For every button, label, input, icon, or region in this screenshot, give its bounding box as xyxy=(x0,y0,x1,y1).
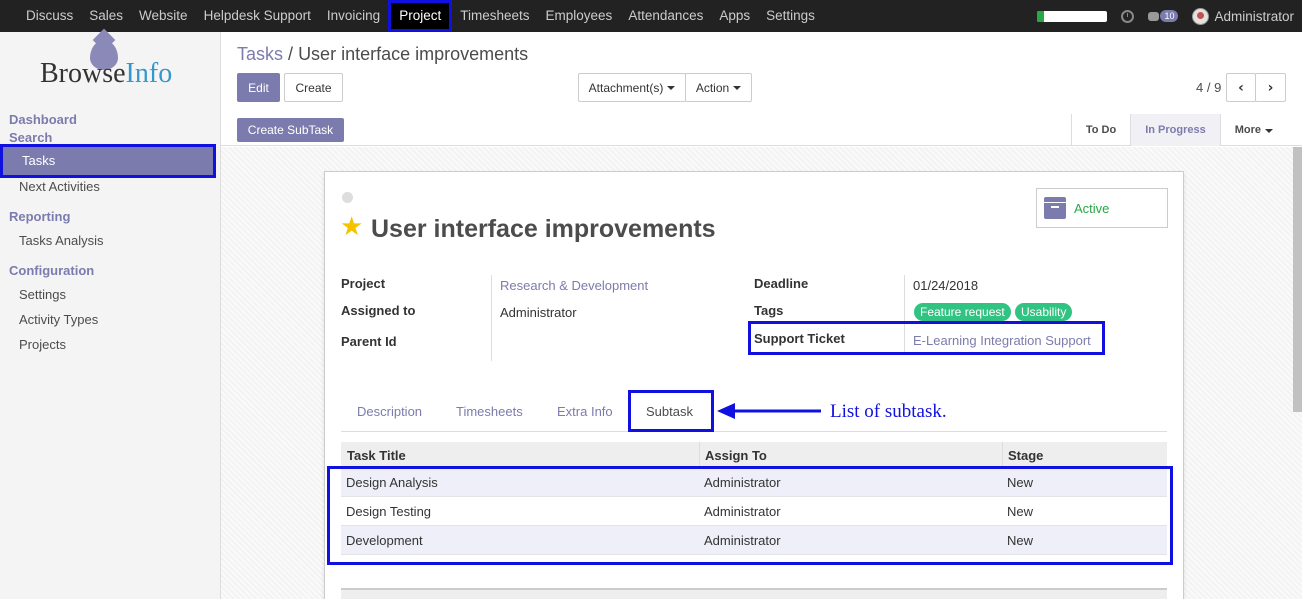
stage-selector: To Do In Progress More xyxy=(1070,114,1287,146)
caret-down-icon xyxy=(667,85,676,90)
action-label: Action xyxy=(695,80,730,95)
user-menu[interactable]: Administrator xyxy=(1192,7,1294,25)
menu-timesheets[interactable]: Timesheets xyxy=(452,0,537,32)
messaging-menu[interactable]: 10 xyxy=(1148,10,1179,22)
pager-previous-button[interactable]: ‹ xyxy=(1226,73,1256,102)
sidebar-reporting: Reporting xyxy=(9,209,71,224)
column-header-task-title[interactable]: Task Title xyxy=(347,448,406,463)
field-label-tags: Tags xyxy=(754,303,784,318)
archive-icon xyxy=(1044,197,1066,219)
status-bar: Create SubTask To Do In Progress More xyxy=(221,114,1302,146)
field-label-project: Project xyxy=(341,276,386,291)
breadcrumb-separator: / xyxy=(288,44,294,64)
progress-fill xyxy=(1037,10,1045,22)
tab-description[interactable]: Description xyxy=(357,404,422,419)
active-label: Active xyxy=(1074,200,1110,216)
annotation-text: List of subtask. xyxy=(830,401,947,422)
menu-invoicing[interactable]: Invoicing xyxy=(319,0,388,32)
action-dropdown[interactable]: Action xyxy=(685,73,752,102)
caret-down-icon xyxy=(1265,129,1273,133)
field-separator xyxy=(491,275,492,361)
column-separator xyxy=(1002,442,1003,468)
sidebar-item-settings[interactable]: Settings xyxy=(19,287,66,302)
edit-button[interactable]: Edit xyxy=(237,73,280,102)
field-value-deadline[interactable]: 01/24/2018 xyxy=(913,278,978,293)
sidebar-item-tasks-analysis[interactable]: Tasks Analysis xyxy=(19,233,104,248)
stage-more-label: More xyxy=(1234,124,1261,136)
sidebar-configuration: Configuration xyxy=(9,263,95,278)
logo-text-info: Info xyxy=(125,58,173,89)
create-button[interactable]: Create xyxy=(284,73,343,102)
sidebar-dashboard[interactable]: Dashboard xyxy=(9,112,77,127)
caret-down-icon xyxy=(733,85,742,90)
subtask-tab-highlight xyxy=(628,390,714,432)
logo-text-browse: Browse xyxy=(40,58,126,89)
chatter-divider xyxy=(341,588,1167,599)
column-header-assign-to[interactable]: Assign To xyxy=(705,448,767,463)
field-label-assigned-to: Assigned to xyxy=(341,303,416,318)
attachments-dropdown[interactable]: Attachment(s) xyxy=(578,73,686,102)
browseinfo-logo[interactable]: BrowseInfo xyxy=(40,38,190,98)
menu-attendances[interactable]: Attendances xyxy=(620,0,711,32)
message-count-badge: 10 xyxy=(1160,10,1179,22)
field-value-project[interactable]: Research & Development xyxy=(500,278,648,293)
stage-to-do[interactable]: To Do xyxy=(1070,114,1130,146)
column-header-stage[interactable]: Stage xyxy=(1008,448,1043,463)
avatar xyxy=(1192,7,1210,25)
stage-more-dropdown[interactable]: More xyxy=(1219,114,1287,146)
create-subtask-button[interactable]: Create SubTask xyxy=(237,118,344,142)
field-label-deadline: Deadline xyxy=(754,276,809,291)
sidebar: BrowseInfo Dashboard Search Tasks Next A… xyxy=(0,32,221,599)
breadcrumb-current: User interface improvements xyxy=(298,44,529,64)
menu-website[interactable]: Website xyxy=(131,0,196,32)
menu-employees[interactable]: Employees xyxy=(538,0,621,32)
support-ticket-highlight xyxy=(748,321,1105,355)
top-navbar: Discuss Sales Website Helpdesk Support I… xyxy=(0,0,1302,32)
menu-discuss[interactable]: Discuss xyxy=(18,0,81,32)
user-name: Administrator xyxy=(1214,8,1294,24)
activity-clock-icon[interactable] xyxy=(1121,9,1135,23)
sidebar-item-tasks[interactable]: Tasks xyxy=(0,144,216,178)
tag-usability[interactable]: Usability xyxy=(1015,303,1073,321)
chevron-right-icon: › xyxy=(1267,79,1274,96)
field-label-parent-id: Parent Id xyxy=(341,334,397,349)
tag-feature-request[interactable]: Feature request xyxy=(914,303,1011,321)
sidebar-search[interactable]: Search xyxy=(9,130,52,145)
table-header: Task Title Assign To Stage xyxy=(341,442,1167,468)
stage-in-progress[interactable]: In Progress xyxy=(1130,114,1220,146)
sidebar-item-activity-types[interactable]: Activity Types xyxy=(19,312,98,327)
breadcrumb: Tasks / User interface improvements xyxy=(237,44,528,65)
pager-value: 4 / 9 xyxy=(1196,80,1222,95)
kanban-state-indicator[interactable] xyxy=(342,192,353,203)
pager-next-button[interactable]: › xyxy=(1255,73,1286,102)
onboarding-progress-bar[interactable] xyxy=(1037,10,1108,22)
sidebar-item-projects[interactable]: Projects xyxy=(19,337,66,352)
priority-star-icon[interactable]: ★ xyxy=(340,212,363,242)
chevron-left-icon: ‹ xyxy=(1238,79,1244,96)
menu-sales[interactable]: Sales xyxy=(81,0,131,32)
menu-apps[interactable]: Apps xyxy=(711,0,758,32)
tab-timesheets[interactable]: Timesheets xyxy=(456,404,523,419)
task-title: User interface improvements xyxy=(371,215,716,243)
tab-extra-info[interactable]: Extra Info xyxy=(557,404,613,419)
subtask-rows-highlight xyxy=(327,466,1173,565)
menu-project[interactable]: Project xyxy=(388,0,453,32)
menu-helpdesk-support[interactable]: Helpdesk Support xyxy=(196,0,319,32)
chat-bubble-icon xyxy=(1148,11,1160,21)
column-separator xyxy=(699,442,700,468)
attachments-label: Attachment(s) xyxy=(588,80,664,95)
active-toggle-button[interactable]: Active xyxy=(1036,188,1168,228)
sidebar-item-next-activities[interactable]: Next Activities xyxy=(19,179,100,194)
task-form-sheet: ★ User interface improvements Active Pro… xyxy=(324,171,1184,599)
menu-settings[interactable]: Settings xyxy=(758,0,823,32)
app-menu: Discuss Sales Website Helpdesk Support I… xyxy=(0,0,823,32)
breadcrumb-tasks-link[interactable]: Tasks xyxy=(237,44,283,64)
field-value-assigned-to[interactable]: Administrator xyxy=(500,305,577,320)
annotation-arrow-icon xyxy=(717,403,821,419)
scrollbar[interactable] xyxy=(1293,147,1302,412)
